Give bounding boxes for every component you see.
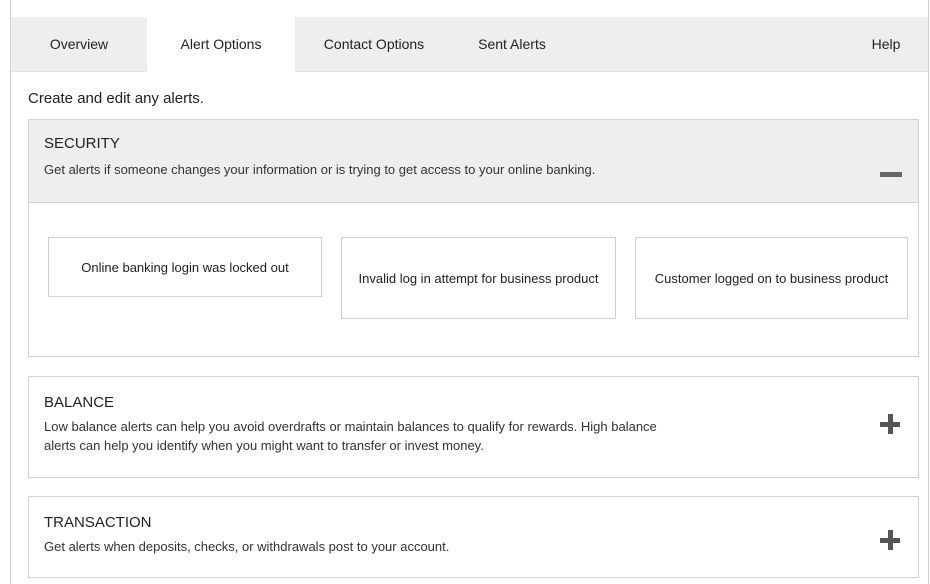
transaction-section-header[interactable]: TRANSACTION Get alerts when deposits, ch… bbox=[29, 497, 918, 577]
minus-icon[interactable] bbox=[880, 163, 902, 185]
section-description-line1: Low balance alerts can help you avoid ov… bbox=[44, 419, 657, 434]
section-description-line2: alerts can help you identify when you mi… bbox=[44, 438, 484, 453]
section-description: Get alerts if someone changes your infor… bbox=[44, 162, 596, 177]
tab-alert-options[interactable]: Alert Options bbox=[147, 17, 295, 73]
plus-icon[interactable] bbox=[880, 414, 902, 436]
section-title: TRANSACTION bbox=[44, 514, 152, 531]
page-intro: Create and edit any alerts. bbox=[28, 90, 204, 107]
transaction-section: TRANSACTION Get alerts when deposits, ch… bbox=[28, 496, 919, 578]
tab-contact-options[interactable]: Contact Options bbox=[295, 17, 453, 72]
help-link[interactable]: Help bbox=[851, 17, 921, 72]
tab-overview[interactable]: Overview bbox=[11, 17, 147, 72]
alert-option-invalid-login[interactable]: Invalid log in attempt for business prod… bbox=[341, 237, 616, 319]
plus-icon[interactable] bbox=[880, 530, 902, 552]
section-title: SECURITY bbox=[44, 135, 120, 152]
tab-bar: Overview Alert Options Contact Options S… bbox=[11, 17, 928, 73]
section-title: BALANCE bbox=[44, 394, 115, 411]
security-section: SECURITY Get alerts if someone changes y… bbox=[28, 119, 919, 357]
section-description: Get alerts when deposits, checks, or wit… bbox=[44, 539, 450, 554]
alert-option-login-locked-out[interactable]: Online banking login was locked out bbox=[48, 237, 322, 297]
alerts-panel: Overview Alert Options Contact Options S… bbox=[10, 0, 929, 584]
tab-sent-alerts[interactable]: Sent Alerts bbox=[453, 17, 571, 72]
balance-section: BALANCE Low balance alerts can help you … bbox=[28, 376, 919, 478]
alert-option-customer-logged-on[interactable]: Customer logged on to business product bbox=[635, 237, 908, 319]
security-section-header[interactable]: SECURITY Get alerts if someone changes y… bbox=[29, 120, 918, 203]
balance-section-header[interactable]: BALANCE Low balance alerts can help you … bbox=[29, 377, 918, 477]
